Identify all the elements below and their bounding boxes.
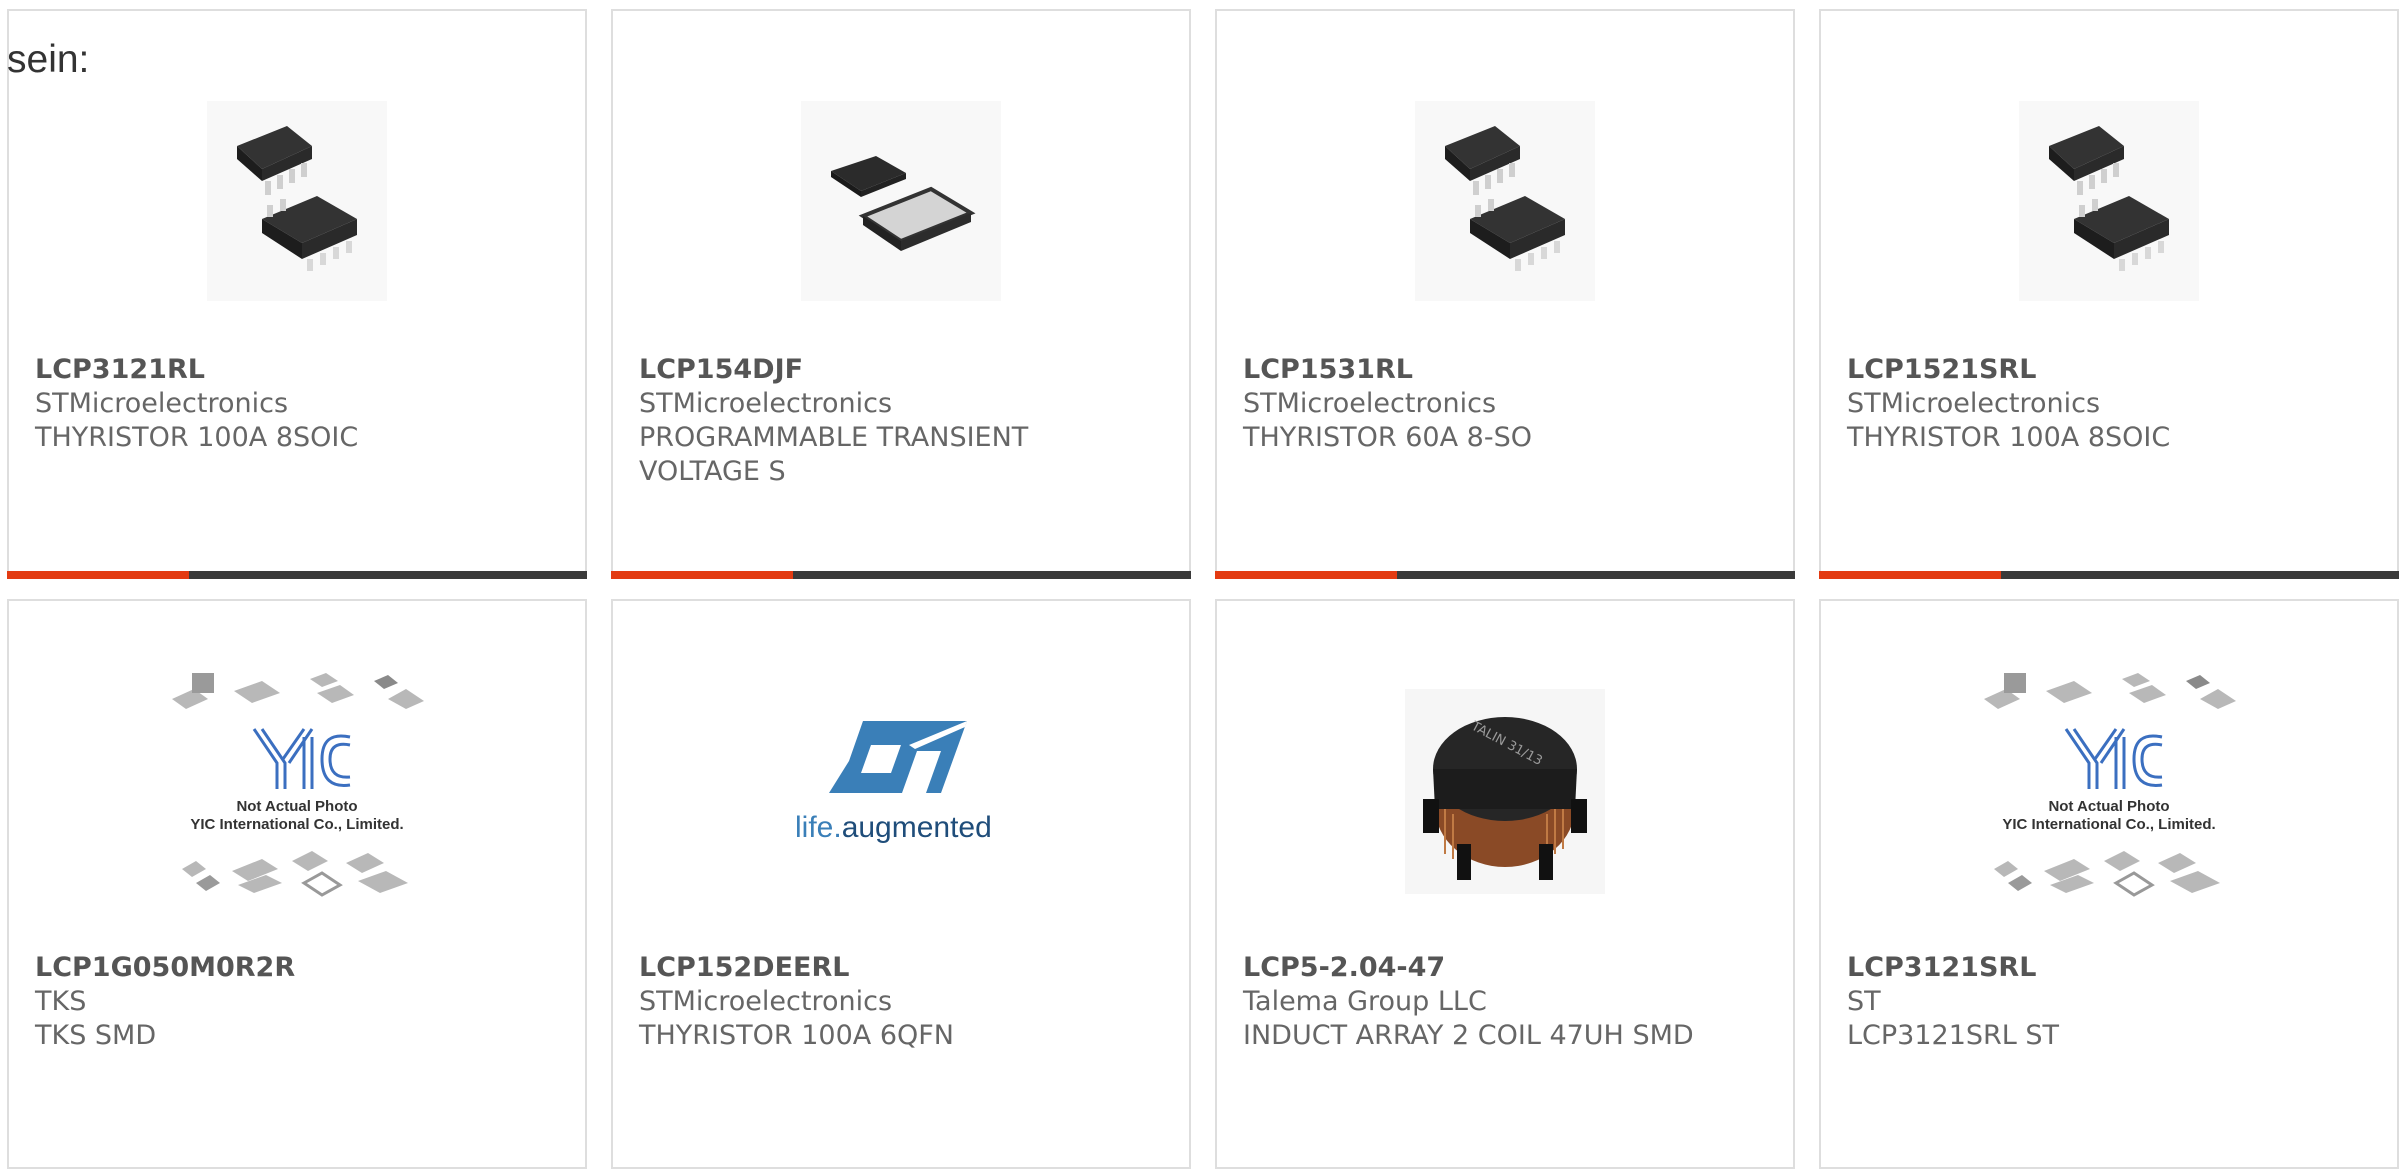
inductor-image[interactable]: TALIN 31/13 xyxy=(1217,671,1793,911)
product-info: LCP5-2.04-47 Talema Group LLC INDUCT ARR… xyxy=(1243,951,1713,1053)
part-number[interactable]: LCP3121SRL xyxy=(1847,951,2317,985)
part-number[interactable]: LCP1G050M0R2R xyxy=(35,951,505,985)
product-card[interactable]: LCP1521SRL STMicroelectronics THYRISTOR … xyxy=(1819,9,2399,579)
product-card[interactable]: TALIN 31/13 LCP5-2.04-47 Talema Group LL… xyxy=(1215,599,1795,1169)
placeholder-caption-1: Not Actual Photo xyxy=(2048,798,2169,815)
product-card[interactable]: life.augmented LCP152DEERL STMicroelectr… xyxy=(611,599,1191,1169)
manufacturer: STMicroelectronics xyxy=(35,388,289,419)
description: THYRISTOR 100A 8SOIC xyxy=(1847,422,2171,453)
description: THYRISTOR 60A 8-SO xyxy=(1243,422,1532,453)
manufacturer: TKS xyxy=(35,986,87,1017)
placeholder-caption-2: YIC International Co., Limited. xyxy=(190,816,403,833)
placeholder-caption-1: Not Actual Photo xyxy=(236,798,357,815)
product-info: LCP152DEERL STMicroelectronics THYRISTOR… xyxy=(639,951,1109,1053)
manufacturer: Talema Group LLC xyxy=(1243,986,1487,1017)
card-footer-bar xyxy=(7,571,587,579)
product-card[interactable]: Not Actual Photo YIC International Co., … xyxy=(1819,599,2399,1169)
product-card[interactable]: LCP1531RL STMicroelectronics THYRISTOR 6… xyxy=(1215,9,1795,579)
chip-image[interactable] xyxy=(9,81,585,321)
product-info: LCP154DJF STMicroelectronics PROGRAMMABL… xyxy=(639,353,1109,489)
product-info: LCP1521SRL STMicroelectronics THYRISTOR … xyxy=(1847,353,2317,455)
description: THYRISTOR 100A 6QFN xyxy=(639,1020,954,1051)
card-footer-bar xyxy=(1215,571,1795,579)
manufacturer: STMicroelectronics xyxy=(639,388,893,419)
placeholder-image[interactable]: Not Actual Photo YIC International Co., … xyxy=(9,671,585,911)
product-info: LCP3121RL STMicroelectronics THYRISTOR 1… xyxy=(35,353,505,455)
placeholder-caption-2: YIC International Co., Limited. xyxy=(2002,816,2215,833)
card-footer-bar xyxy=(1819,571,2399,579)
chip-image[interactable] xyxy=(1821,81,2397,321)
description: TKS SMD xyxy=(35,1020,157,1051)
part-number[interactable]: LCP3121RL xyxy=(35,353,505,387)
product-card[interactable]: Not Actual Photo YIC International Co., … xyxy=(7,599,587,1169)
manufacturer: STMicroelectronics xyxy=(639,986,893,1017)
product-info: LCP3121SRL ST LCP3121SRL ST xyxy=(1847,951,2317,1053)
product-info: LCP1G050M0R2R TKS TKS SMD xyxy=(35,951,505,1053)
st-logo-tagline: life.augmented xyxy=(795,811,992,844)
product-card[interactable]: LCP154DJF STMicroelectronics PROGRAMMABL… xyxy=(611,9,1191,579)
part-number[interactable]: LCP1521SRL xyxy=(1847,353,2317,387)
part-number[interactable]: LCP152DEERL xyxy=(639,951,1109,985)
product-card[interactable]: LCP3121RL STMicroelectronics THYRISTOR 1… xyxy=(7,9,587,579)
manufacturer: STMicroelectronics xyxy=(1847,388,2101,419)
description: PROGRAMMABLE TRANSIENT VOLTAGE S xyxy=(639,422,1029,487)
product-info: LCP1531RL STMicroelectronics THYRISTOR 6… xyxy=(1243,353,1713,455)
placeholder-image[interactable]: Not Actual Photo YIC International Co., … xyxy=(1821,671,2397,911)
card-footer-bar xyxy=(611,571,1191,579)
part-number[interactable]: LCP5-2.04-47 xyxy=(1243,951,1713,985)
chip-image[interactable] xyxy=(1217,81,1793,321)
part-number[interactable]: LCP1531RL xyxy=(1243,353,1713,387)
description: INDUCT ARRAY 2 COIL 47UH SMD xyxy=(1243,1020,1694,1051)
part-number[interactable]: LCP154DJF xyxy=(639,353,1109,387)
description: THYRISTOR 100A 8SOIC xyxy=(35,422,359,453)
manufacturer: ST xyxy=(1847,986,1881,1017)
intro-text: sein: xyxy=(7,38,90,81)
chip-image[interactable] xyxy=(613,81,1189,321)
st-logo-image[interactable]: life.augmented xyxy=(613,671,1189,911)
description: LCP3121SRL ST xyxy=(1847,1020,2060,1051)
manufacturer: STMicroelectronics xyxy=(1243,388,1497,419)
